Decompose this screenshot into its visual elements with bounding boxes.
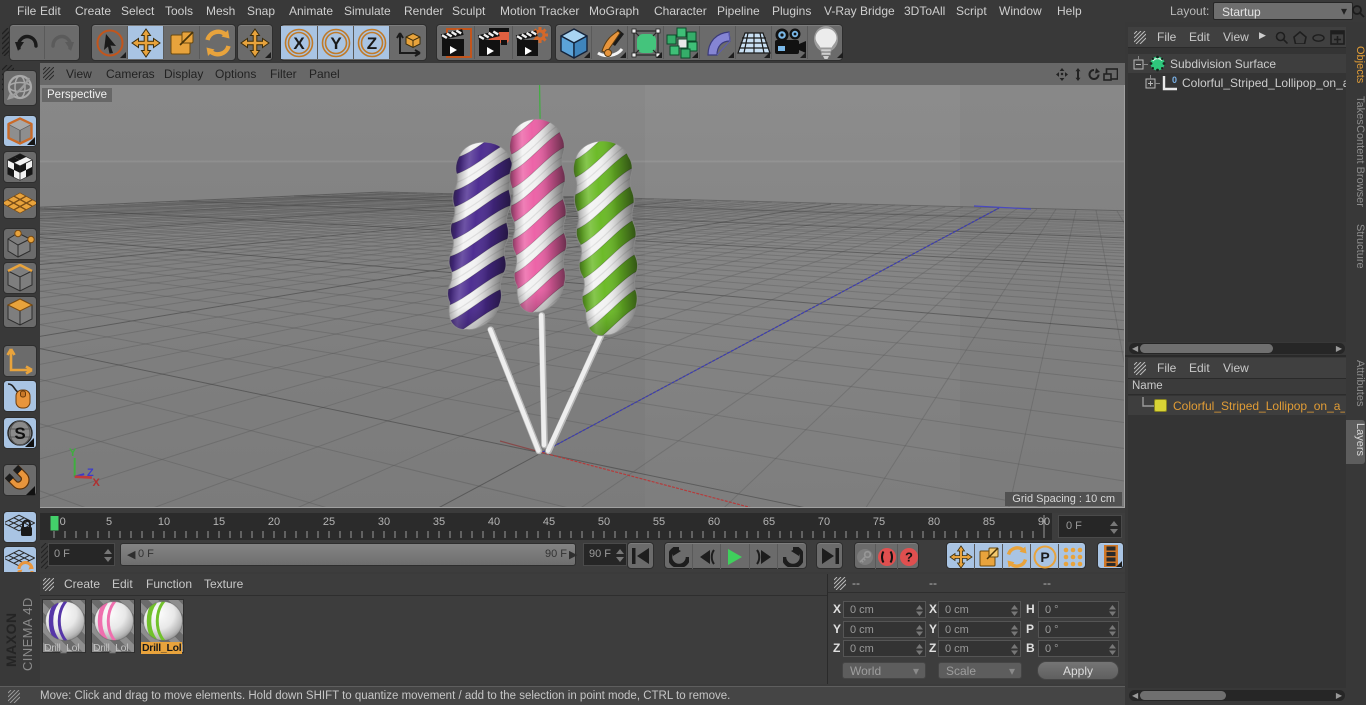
- svg-text:X: X: [93, 477, 101, 489]
- svg-text:25: 25: [323, 516, 335, 528]
- svg-text:55: 55: [653, 516, 665, 528]
- svg-text:Y: Y: [330, 34, 342, 53]
- svg-text:?: ?: [905, 549, 913, 564]
- svg-text:S: S: [14, 424, 25, 443]
- svg-text:45: 45: [543, 516, 555, 528]
- svg-text:35: 35: [433, 516, 445, 528]
- svg-text:P: P: [1040, 549, 1049, 565]
- svg-text:30: 30: [378, 516, 390, 528]
- svg-text:20: 20: [268, 516, 280, 528]
- svg-text:75: 75: [873, 516, 885, 528]
- svg-text:5: 5: [106, 516, 112, 528]
- svg-text:50: 50: [598, 516, 610, 528]
- svg-text:85: 85: [983, 516, 995, 528]
- svg-text:0: 0: [1172, 75, 1177, 85]
- svg-text:0: 0: [60, 516, 66, 528]
- svg-text:X: X: [293, 34, 305, 53]
- svg-text:15: 15: [213, 516, 225, 528]
- svg-text:10: 10: [158, 516, 170, 528]
- svg-text:65: 65: [763, 516, 775, 528]
- svg-text:Y: Y: [69, 447, 77, 459]
- svg-text:40: 40: [488, 516, 500, 528]
- svg-text:80: 80: [928, 516, 940, 528]
- svg-text:Z: Z: [366, 34, 376, 53]
- svg-text:60: 60: [708, 516, 720, 528]
- svg-text:70: 70: [818, 516, 830, 528]
